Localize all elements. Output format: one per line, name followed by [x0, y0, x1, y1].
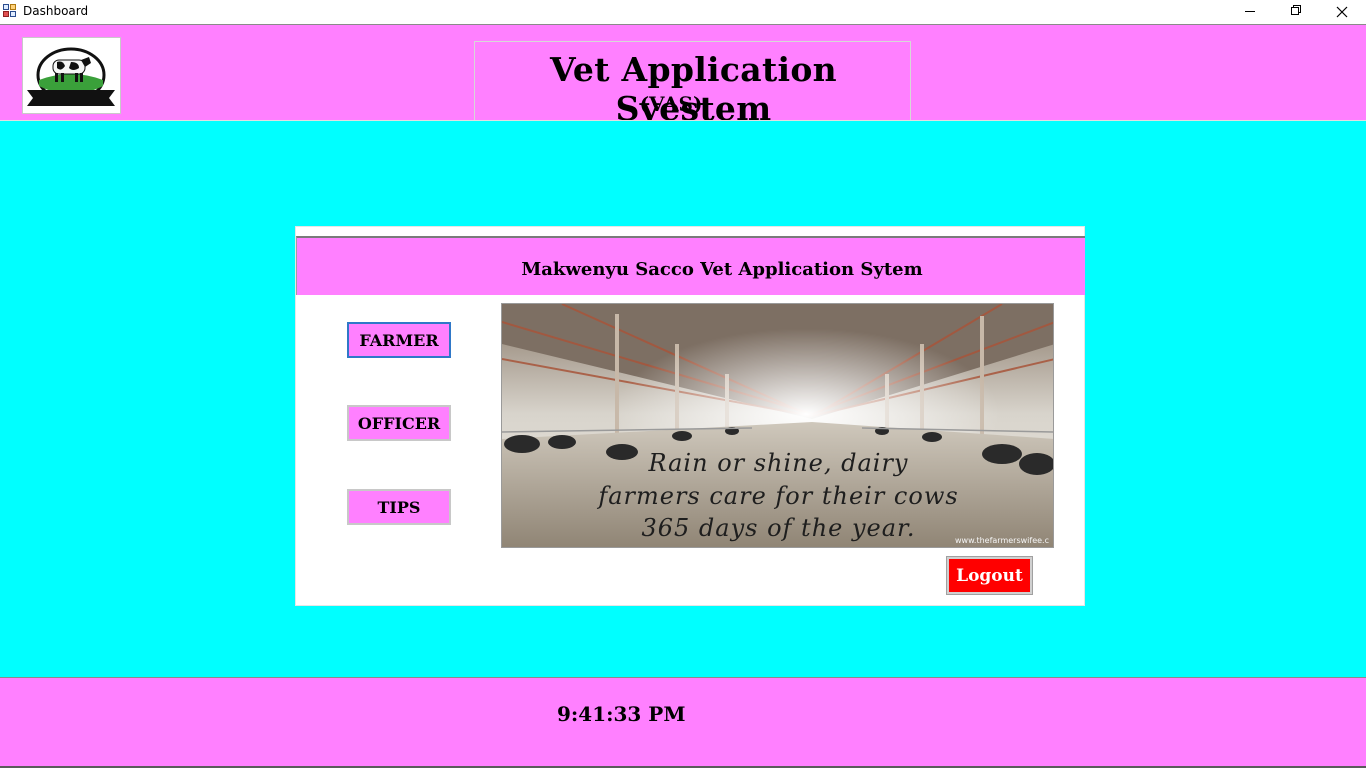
- app-footer: 9:41:33 PM: [0, 677, 1366, 768]
- app-icon: [3, 4, 18, 18]
- barn-photo: Rain or shine, dairy farmers care for th…: [501, 303, 1054, 548]
- app-header: Vet Application Syestem (VAS): [0, 24, 1366, 128]
- minimize-button[interactable]: [1227, 0, 1273, 23]
- quote-line-1: Rain or shine, dairy: [648, 449, 909, 477]
- logout-button[interactable]: Logout: [946, 556, 1033, 595]
- tips-button[interactable]: TIPS: [347, 489, 451, 525]
- main-area: Makwenyu Sacco Vet Application Sytem FAR…: [0, 120, 1366, 677]
- quote-line-2: farmers care for their cows: [598, 482, 959, 510]
- window-title: Dashboard: [23, 4, 89, 18]
- close-button[interactable]: [1319, 0, 1365, 23]
- app-title: Vet Application Syestem: [550, 50, 837, 128]
- barn-image: [502, 304, 1053, 547]
- card-title: Makwenyu Sacco Vet Application Sytem: [521, 259, 923, 280]
- photo-watermark: www.thefarmerswifee.c: [955, 536, 1049, 545]
- dashboard-card: Makwenyu Sacco Vet Application Sytem FAR…: [295, 226, 1085, 606]
- card-header: Makwenyu Sacco Vet Application Sytem: [296, 236, 1085, 295]
- dairy-cow-logo-icon: [27, 47, 115, 106]
- window-titlebar: Dashboard: [0, 0, 1366, 23]
- clock-label: 9:41:33 PM: [557, 702, 686, 726]
- logo: [22, 37, 121, 114]
- close-icon: [1336, 6, 1348, 17]
- restore-button[interactable]: [1273, 0, 1319, 23]
- minimize-icon: [1245, 11, 1255, 12]
- title-panel: Vet Application Syestem (VAS): [474, 41, 911, 128]
- app-subtitle: (VAS): [639, 92, 703, 116]
- officer-button[interactable]: OFFICER: [347, 405, 451, 441]
- farmer-button[interactable]: FARMER: [347, 322, 451, 358]
